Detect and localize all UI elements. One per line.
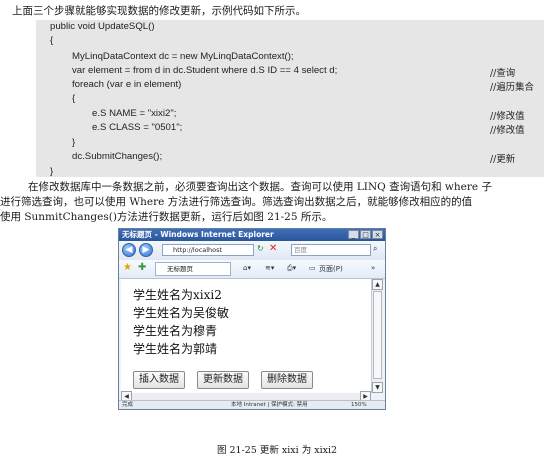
page-content: 学生姓名为xixi2 学生姓名为吴俊敏 学生姓名为穆青 学生姓名为郭靖 插入数据… xyxy=(121,279,371,393)
refresh-icon[interactable]: ↻ xyxy=(257,244,264,253)
code-line: foreach (var e in element) xyxy=(72,79,182,90)
tab-toolbar: ★ ✚ 无标题页 ⌂▾ ≋▾ ⎙▾ ▭ 页面(P) » xyxy=(119,260,385,279)
code-comment: //修改值 xyxy=(490,125,525,136)
body-paragraph-line: 在修改数据库中一条数据之前，必须要查询出这个数据。查询可以使用 LINQ 查询语… xyxy=(28,181,492,193)
minimize-button[interactable]: _ xyxy=(348,230,359,239)
body-paragraph-line: 使用 SunmitChanges()方法进行数据更新，运行后如图 21-25 所… xyxy=(0,211,333,223)
code-line: } xyxy=(50,166,54,177)
page-menu-icon: ▭ xyxy=(309,264,316,272)
student-name: 学生姓名为郭靖 xyxy=(133,342,218,356)
scroll-thumb[interactable] xyxy=(373,291,382,379)
body-paragraph-line: 进行筛选查询，也可以使用 Where 方法进行筛选查询。筛选查询出数据之后，就能… xyxy=(0,196,473,208)
browser-window: 无标题页 - Windows Internet Explorer _ □ × ◀… xyxy=(118,228,386,410)
forward-icon[interactable]: ▶ xyxy=(139,243,153,257)
maximize-button[interactable]: □ xyxy=(360,230,371,239)
intro-text: 上面三个步骤就能够实现数据的修改更新，示例代码如下所示。 xyxy=(12,5,306,17)
code-comment: //遍历集合 xyxy=(490,82,534,93)
more-icon[interactable]: » xyxy=(371,264,375,272)
page-menu[interactable]: 页面(P) xyxy=(319,264,343,274)
code-line: var element = from d in dc.Student where… xyxy=(72,65,338,76)
code-comment: //修改值 xyxy=(490,111,525,122)
address-bar[interactable]: http://localhost xyxy=(162,244,254,256)
code-comment: //查询 xyxy=(490,68,516,79)
home-icon[interactable]: ⌂▾ xyxy=(243,264,251,272)
window-title: 无标题页 - Windows Internet Explorer xyxy=(122,230,274,239)
scroll-down-icon[interactable]: ▼ xyxy=(372,382,383,393)
delete-data-button[interactable]: 删除数据 xyxy=(261,371,313,389)
status-zoom[interactable]: 150% xyxy=(351,401,367,409)
print-icon[interactable]: ⎙▾ xyxy=(287,264,296,273)
status-text: 完成 xyxy=(122,402,134,408)
figure-caption: 图 21-25 更新 xixi 为 xixi2 xyxy=(216,445,338,456)
code-line: public void UpdateSQL() xyxy=(50,21,155,32)
code-line: MyLinqDataContext dc = new MyLinqDataCon… xyxy=(72,51,294,62)
address-row: ◀ ▶ http://localhost ↻ ✕ 百度 ⌕ xyxy=(119,241,385,260)
favorites-star-icon[interactable]: ★ xyxy=(123,262,132,273)
code-block: public void UpdateSQL() { MyLinqDataCont… xyxy=(36,20,544,177)
student-name: 学生姓名为xixi2 xyxy=(133,288,222,302)
vertical-scrollbar[interactable]: ▲ ▼ xyxy=(371,279,383,393)
code-comment: //更新 xyxy=(490,154,516,165)
code-line: e.S NAME = "xixi2"; xyxy=(92,108,177,119)
code-line: { xyxy=(72,93,76,104)
close-button[interactable]: × xyxy=(372,230,383,239)
title-bar: 无标题页 - Windows Internet Explorer _ □ × xyxy=(119,229,385,241)
add-favorite-icon[interactable]: ✚ xyxy=(138,262,146,273)
back-icon[interactable]: ◀ xyxy=(122,243,136,257)
feeds-icon[interactable]: ≋▾ xyxy=(265,264,274,272)
update-data-button[interactable]: 更新数据 xyxy=(197,371,249,389)
scroll-up-icon[interactable]: ▲ xyxy=(372,279,383,290)
tab-untitled[interactable]: 无标题页 xyxy=(155,262,231,276)
stop-icon[interactable]: ✕ xyxy=(269,243,277,254)
search-icon[interactable]: ⌕ xyxy=(373,244,377,254)
student-name: 学生姓名为吴俊敏 xyxy=(133,306,230,320)
horizontal-scrollbar[interactable]: ◀ ▶ xyxy=(121,391,371,402)
code-line: e.S CLASS = "0501"; xyxy=(92,122,183,133)
code-line: dc.SubmitChanges(); xyxy=(72,151,163,162)
search-input[interactable]: 百度 xyxy=(291,244,371,256)
code-line: { xyxy=(50,35,54,46)
insert-data-button[interactable]: 插入数据 xyxy=(133,371,185,389)
code-line: } xyxy=(72,137,76,148)
status-bar: 完成 本地 Intranet | 保护模式: 禁用 150% xyxy=(119,400,385,409)
status-zone: 本地 Intranet | 保护模式: 禁用 xyxy=(231,402,308,408)
student-name: 学生姓名为穆青 xyxy=(133,324,218,338)
